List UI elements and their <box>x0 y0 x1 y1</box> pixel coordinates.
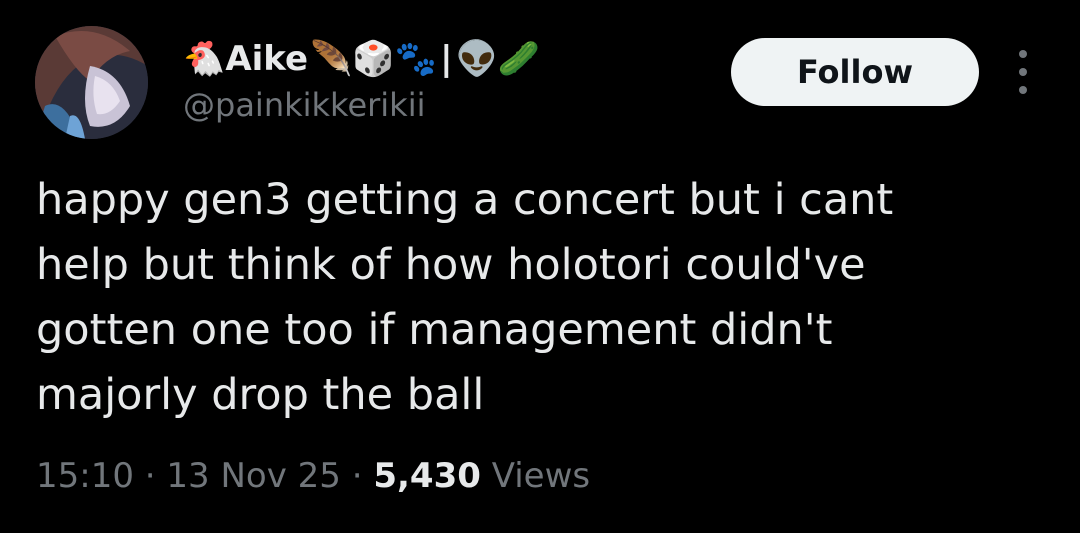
tweet-date[interactable]: 13 Nov 25 <box>166 456 341 496</box>
tweet-text: happy gen3 getting a concert but i cant … <box>36 168 1036 428</box>
tweet-meta: 15:10 · 13 Nov 25 · 5,430 Views <box>36 452 590 500</box>
follow-button[interactable]: Follow <box>731 38 979 106</box>
name-separator: | <box>440 39 453 79</box>
more-dot <box>1019 86 1027 94</box>
tweet-line: majorly drop the ball <box>36 370 485 420</box>
avatar-image <box>35 26 148 139</box>
tweet-line: gotten one too if management didn't <box>36 305 833 355</box>
alien-cucumber-emoji-icons: 👽🥒 <box>455 39 541 79</box>
tweet-line: help but think of how holotori could've <box>36 240 866 290</box>
more-dot <box>1019 68 1027 76</box>
views-label: Views <box>491 456 591 496</box>
author-name-row[interactable]: 🐔 Aike 🪶🎲🐾 | 👽🥒 <box>183 36 540 82</box>
chicken-emoji-icon: 🐔 <box>183 39 226 79</box>
views-count: 5,430 <box>373 456 481 496</box>
tweet-card: 🐔 Aike 🪶🎲🐾 | 👽🥒 @painkikkerikii Follow h… <box>0 0 1080 533</box>
more-dot <box>1019 50 1027 58</box>
author-display-name[interactable]: Aike <box>225 39 308 79</box>
author-handle[interactable]: @painkikkerikii <box>183 86 425 124</box>
tweet-time[interactable]: 15:10 <box>36 456 134 496</box>
avatar[interactable] <box>35 26 148 139</box>
meta-separator: · <box>144 456 156 496</box>
meta-separator: · <box>351 456 363 496</box>
more-options-icon[interactable] <box>1009 50 1037 94</box>
feather-dice-paws-emoji-icons: 🪶🎲🐾 <box>310 39 438 79</box>
tweet-line: happy gen3 getting a concert but i cant <box>36 175 894 225</box>
